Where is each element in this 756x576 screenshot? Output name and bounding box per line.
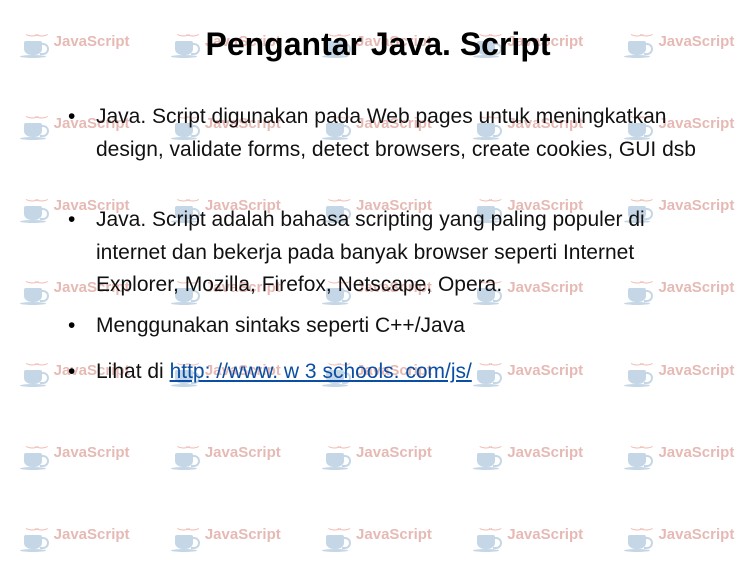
slide: Pengantar Java. Script Java. Script digu… <box>0 0 756 576</box>
slide-title: Pengantar Java. Script <box>40 26 716 63</box>
bullet-list: Java. Script digunakan pada Web pages un… <box>40 101 716 389</box>
bullet-item: Menggunakan sintaks seperti C++/Java <box>68 310 716 343</box>
bullet-item: Lihat di http: //www. w 3 schools. com/j… <box>68 356 716 389</box>
bullet-item: Java. Script adalah bahasa scripting yan… <box>68 204 716 302</box>
bullet-text: Lihat di <box>96 360 170 383</box>
bullet-item: Java. Script digunakan pada Web pages un… <box>68 101 716 166</box>
reference-link[interactable]: http: //www. w 3 schools. com/js/ <box>170 360 472 383</box>
